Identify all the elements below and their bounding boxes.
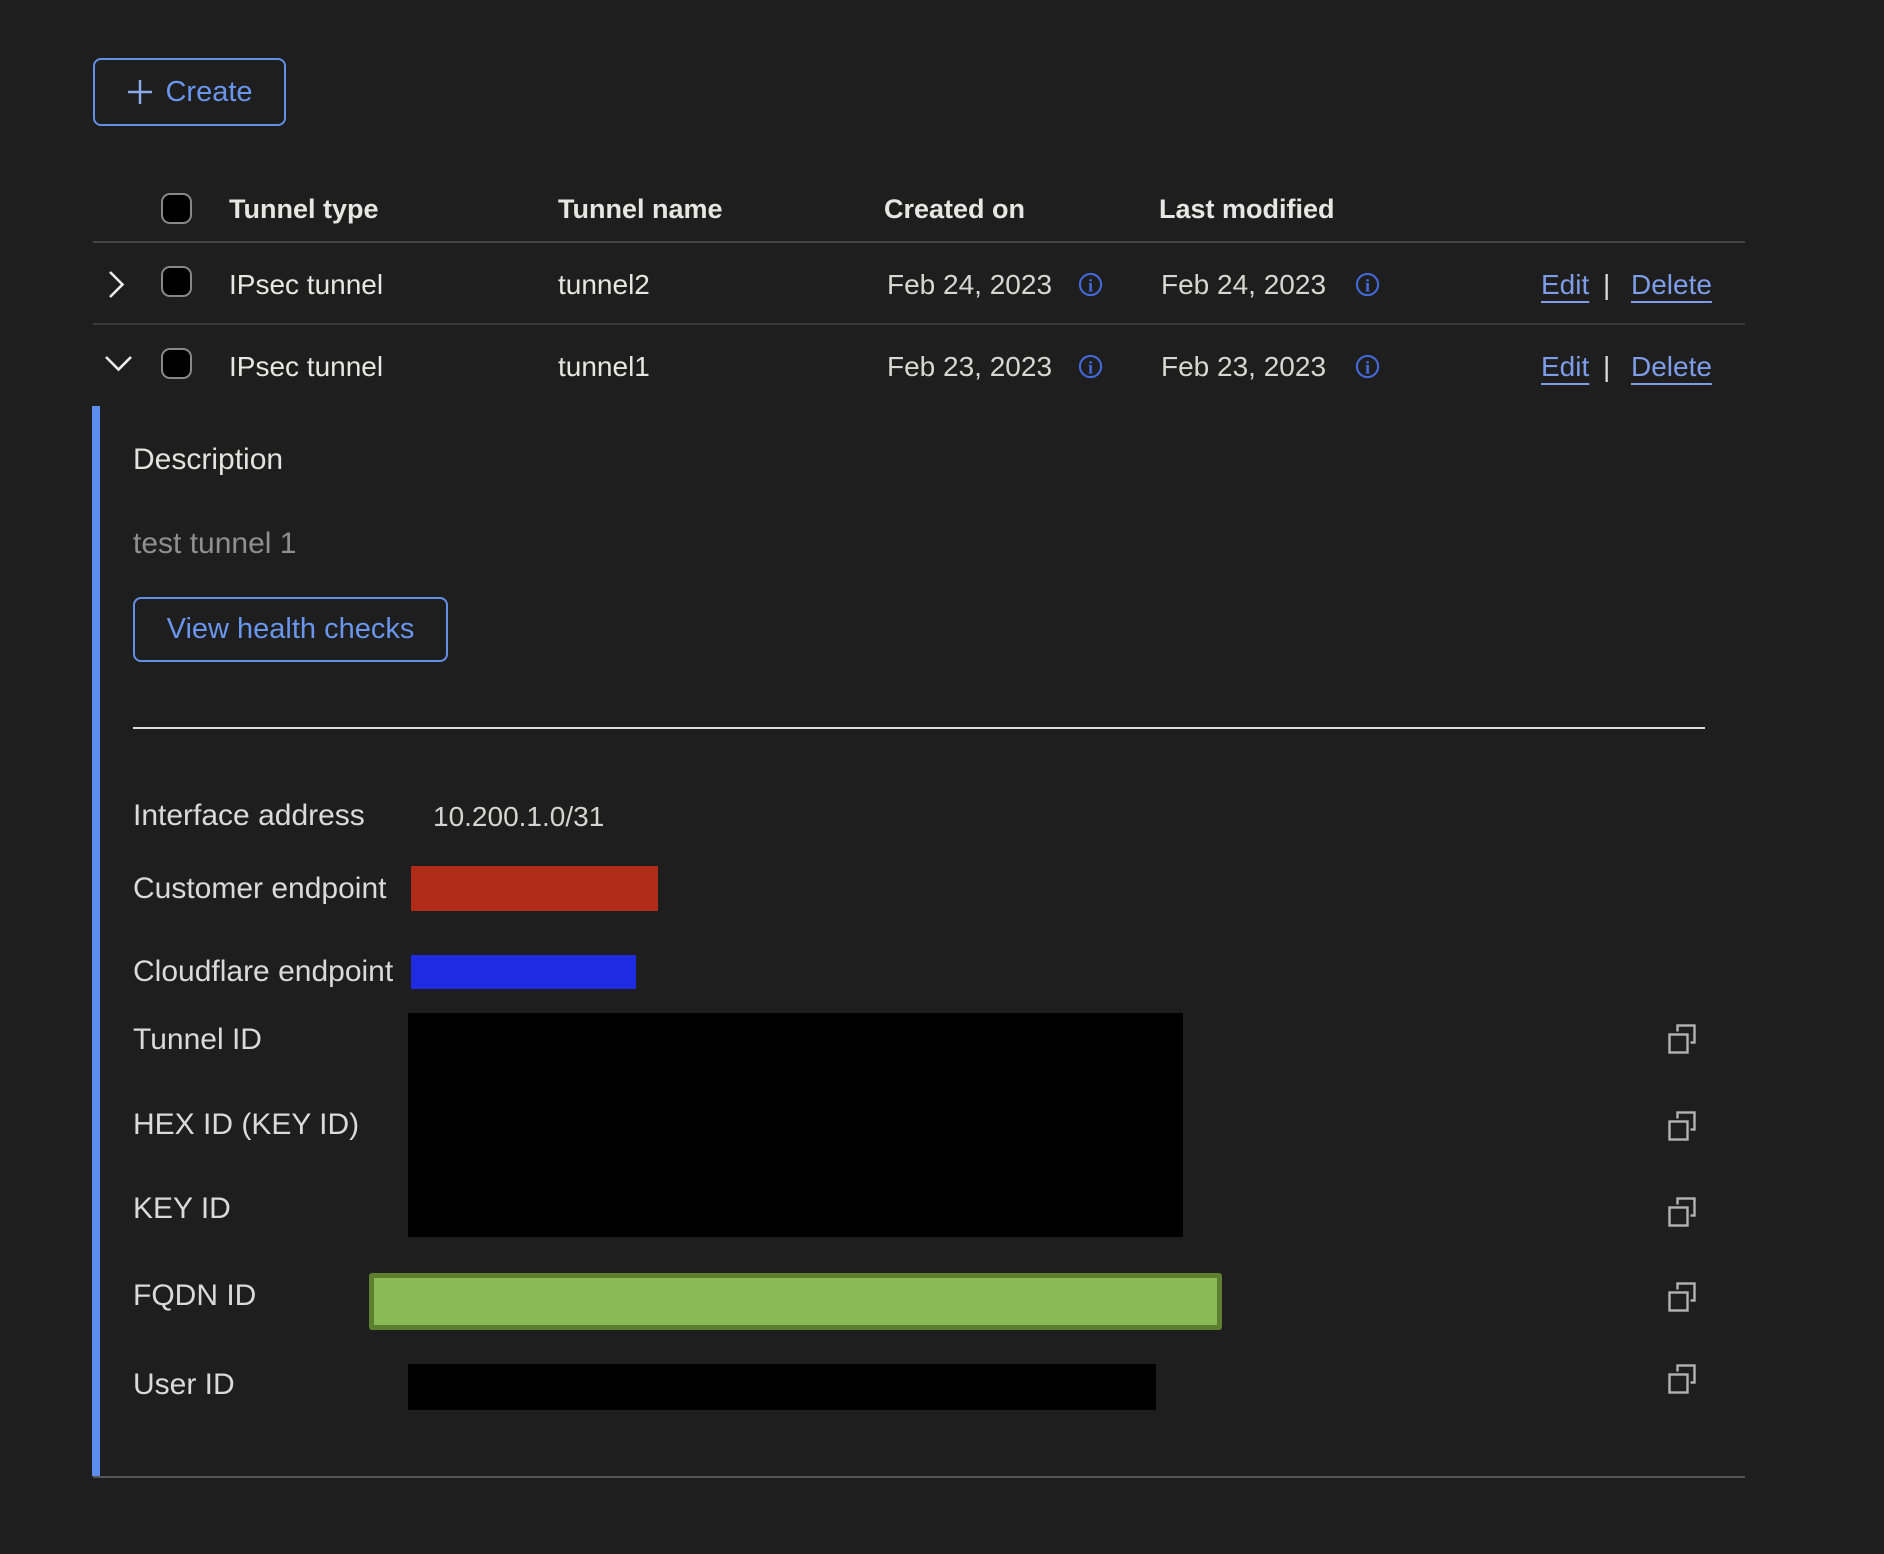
- svg-text:i: i: [1365, 275, 1370, 295]
- svg-text:i: i: [1088, 357, 1093, 377]
- svg-text:i: i: [1365, 357, 1370, 377]
- svg-text:i: i: [1088, 275, 1093, 295]
